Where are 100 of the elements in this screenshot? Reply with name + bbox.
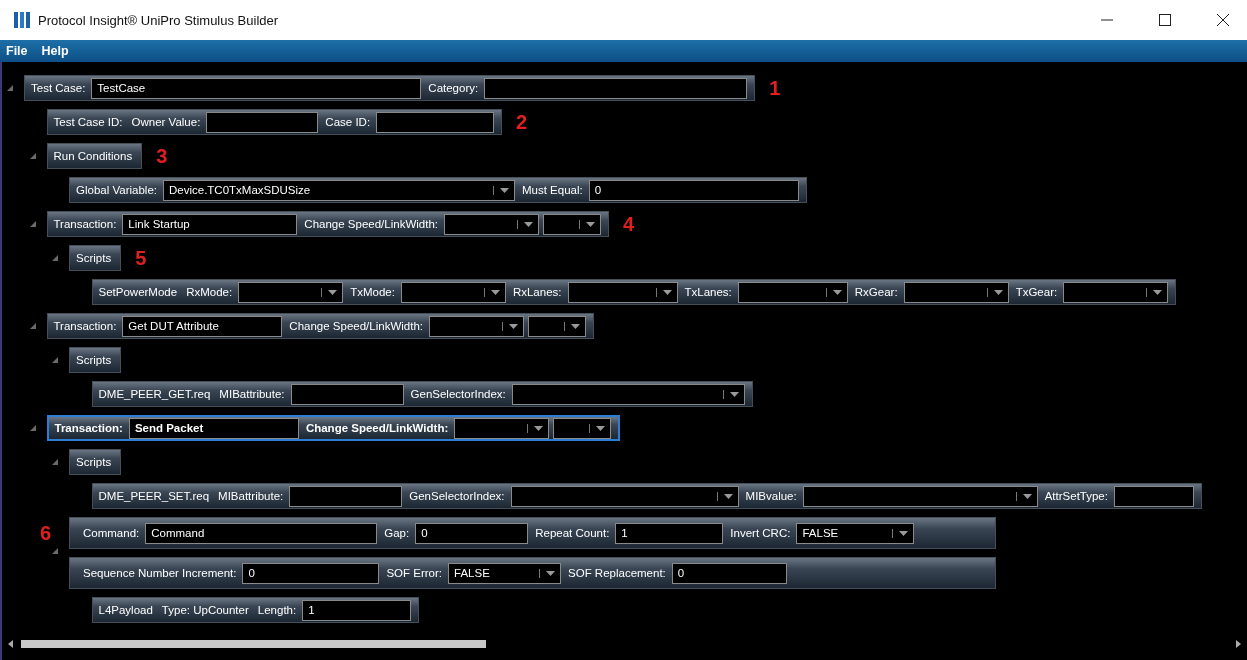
dropdown[interactable] xyxy=(510,485,739,507)
expander-icon[interactable] xyxy=(29,153,36,159)
text-field[interactable] xyxy=(1113,485,1194,507)
node-label: Scripts xyxy=(75,354,113,366)
callout-number: 6 xyxy=(40,521,52,545)
field-label: Case ID: xyxy=(324,116,372,128)
dropdown[interactable] xyxy=(400,281,506,303)
chevron-down-icon xyxy=(1022,493,1032,499)
text-field[interactable]: 0 xyxy=(415,522,529,544)
tree-row-panel[interactable]: L4Payload Type: UpCounter Length: 1 xyxy=(91,597,420,623)
chevron-down-icon xyxy=(899,530,909,536)
chevron-down-icon xyxy=(723,493,733,499)
tree-row-panel[interactable]: DME_PEER_SET.req MIBattribute: GenSelectorIndex: MIBvalue: AttrSetType: xyxy=(91,483,1202,509)
close-icon[interactable] xyxy=(1217,14,1229,26)
tree-row-panel[interactable]: Scripts xyxy=(69,245,122,271)
chevron-down-icon xyxy=(546,570,555,576)
text-field[interactable]: Link Startup xyxy=(122,213,298,235)
tree-row-panel[interactable]: DME_PEER_GET.req MIBattribute: GenSelectorIndex: xyxy=(91,381,753,407)
tree-row-panel[interactable]: Sequence Number Increment: 0 SOF Error: FALSE SOF Replacement: 0 xyxy=(69,557,996,589)
expander-icon[interactable] xyxy=(52,255,58,261)
dropdown[interactable] xyxy=(802,485,1038,507)
text-field[interactable]: TestCase xyxy=(91,77,422,99)
field-label: Transaction: xyxy=(52,320,118,332)
scroll-right-icon[interactable] xyxy=(1236,640,1241,648)
app-logo-icon xyxy=(14,12,30,28)
dropdown[interactable] xyxy=(737,281,848,303)
text-field[interactable]: 0 xyxy=(588,179,799,201)
dropdown[interactable]: FALSE xyxy=(796,522,915,544)
tree-row-panel[interactable]: Transaction: Send Packet Change Speed/LinkWidth: xyxy=(46,415,621,441)
window-title: Protocol Insight® UniPro Stimulus Builder xyxy=(38,12,279,28)
text-field[interactable] xyxy=(484,77,748,99)
text-field[interactable] xyxy=(289,485,403,507)
menu-item[interactable]: File xyxy=(6,44,28,58)
dropdown[interactable] xyxy=(567,281,678,303)
text-field[interactable]: 0 xyxy=(242,562,380,584)
dropdown[interactable] xyxy=(238,281,344,303)
scrollbar-thumb[interactable] xyxy=(21,640,486,648)
text-field[interactable]: Command xyxy=(145,522,378,544)
dropdown[interactable] xyxy=(553,417,612,439)
text-field[interactable]: 1 xyxy=(615,522,724,544)
menu-item[interactable]: Help xyxy=(41,44,69,58)
field-label: Gap: xyxy=(383,527,411,539)
chevron-down-icon xyxy=(534,425,544,431)
maximize-icon[interactable] xyxy=(1159,14,1171,26)
dropdown[interactable] xyxy=(444,213,539,235)
text-field[interactable]: 1 xyxy=(302,599,412,621)
field-label: Owner Value: xyxy=(130,116,202,128)
field-label: Change Speed/LinkWidth: xyxy=(304,422,450,434)
expander-icon[interactable] xyxy=(29,425,36,431)
dropdown[interactable] xyxy=(511,383,745,405)
tree-row-panel[interactable]: Global Variable: Device.TC0TxMaxSDUSize Must Equal: 0 xyxy=(69,177,807,203)
node-label: Run Conditions xyxy=(52,150,134,162)
expander-icon[interactable] xyxy=(52,459,58,465)
tree-row-panel[interactable]: Run Conditions xyxy=(46,143,143,169)
dropdown[interactable] xyxy=(528,315,586,337)
tree-row-panel[interactable]: Transaction: Get DUT Attribute Change Speed/LinkWidth: xyxy=(46,313,594,339)
tree-row-panel[interactable]: Test Case ID: Owner Value: Case ID: xyxy=(46,109,503,135)
dropdown[interactable] xyxy=(429,315,524,337)
expander-icon[interactable] xyxy=(29,221,36,227)
field-label: RxGear: xyxy=(853,286,899,298)
chevron-down-icon xyxy=(993,289,1003,295)
chevron-down-icon xyxy=(500,187,509,193)
tree-row-panel[interactable]: SetPowerMode RxMode: TxMode: RxLanes: TxLanes: RxGear: TxGear: xyxy=(91,279,1177,305)
dropdown[interactable] xyxy=(543,213,601,235)
text-field[interactable] xyxy=(376,111,495,133)
field-label: MIBvalue: xyxy=(744,490,798,502)
node-label: L4Payload xyxy=(97,604,154,616)
field-label: GenSelectorIndex: xyxy=(409,388,507,400)
text-field[interactable]: Get DUT Attribute xyxy=(122,315,283,337)
callout-number: 2 xyxy=(516,110,528,134)
field-label: TxGear: xyxy=(1014,286,1059,298)
dropdown[interactable]: Device.TC0TxMaxSDUSize xyxy=(163,179,515,201)
text-field[interactable]: 0 xyxy=(671,562,787,584)
tree-row-panel[interactable]: Scripts xyxy=(69,449,122,475)
dropdown[interactable] xyxy=(1063,281,1169,303)
field-label: Global Variable: xyxy=(75,184,158,196)
text-field[interactable] xyxy=(206,111,319,133)
expander-icon[interactable] xyxy=(29,323,36,329)
callout-number: 4 xyxy=(623,212,635,236)
field-label: Repeat Count: xyxy=(534,527,611,539)
field-label: RxMode: xyxy=(185,286,234,298)
tree-row-panel[interactable]: Scripts xyxy=(69,347,122,373)
dropdown[interactable]: FALSE xyxy=(448,562,561,584)
text-field[interactable]: Send Packet xyxy=(128,417,299,439)
dropdown[interactable] xyxy=(454,417,550,439)
node-label: DME_PEER_SET.req xyxy=(97,490,211,502)
node-label: SetPowerMode xyxy=(97,286,179,298)
tree-row-panel[interactable]: Transaction: Link Startup Change Speed/LinkWidth: xyxy=(46,211,609,237)
chevron-down-icon xyxy=(509,323,518,329)
scroll-left-icon[interactable] xyxy=(8,640,13,648)
text-field[interactable] xyxy=(290,383,404,405)
expander-icon[interactable] xyxy=(7,85,13,91)
chevron-down-icon xyxy=(1153,289,1163,295)
tree-row-panel[interactable]: Test Case: TestCase Category: xyxy=(24,75,756,101)
chevron-down-icon xyxy=(596,425,606,431)
dropdown[interactable] xyxy=(903,281,1009,303)
node-label: Type: UpCounter xyxy=(160,604,250,616)
expander-icon[interactable] xyxy=(52,548,58,554)
field-label: Test Case: xyxy=(30,82,87,94)
expander-icon[interactable] xyxy=(52,357,58,363)
